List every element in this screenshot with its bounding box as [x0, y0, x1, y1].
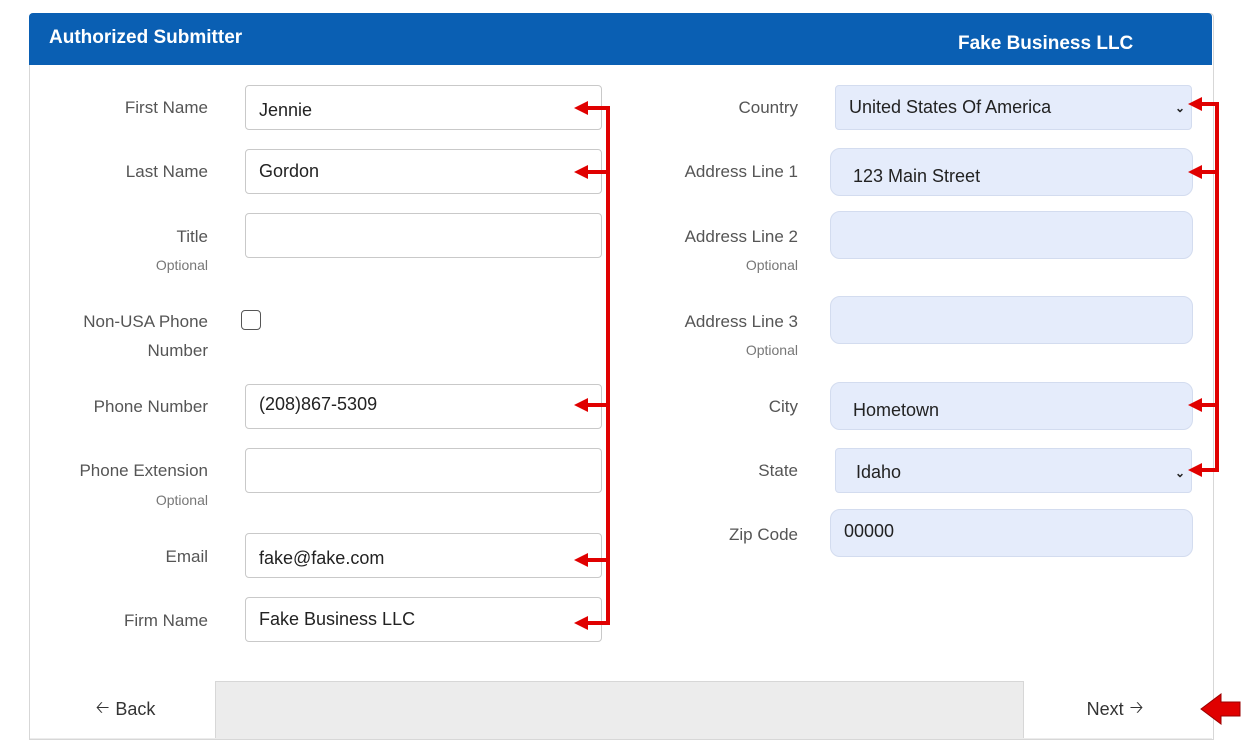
last-name-input[interactable]: Gordon	[245, 149, 602, 194]
address-line-2-optional: Optional	[745, 257, 798, 273]
next-button[interactable]: Next 🡢	[1023, 681, 1212, 738]
non-usa-phone-label-line2: Number	[147, 341, 208, 360]
zip-code-label: Zip Code	[729, 525, 798, 544]
phone-extension-input[interactable]	[245, 448, 602, 493]
title-input[interactable]	[245, 213, 602, 258]
last-name-label: Last Name	[125, 162, 208, 181]
address-line-3-label: Address Line 3	[684, 312, 798, 331]
email-input[interactable]: fake@fake.com	[245, 533, 602, 578]
address-line-1-label: Address Line 1	[684, 162, 798, 181]
first-name-label: First Name	[124, 98, 208, 117]
phone-extension-optional: Optional	[155, 492, 208, 508]
arrow-right-icon: 🡢	[1129, 698, 1144, 717]
address-line-2-input[interactable]	[830, 211, 1193, 259]
panel-title: Authorized Submitter	[49, 27, 243, 48]
state-select[interactable]: Idaho ⌄	[835, 448, 1192, 493]
country-select[interactable]: United States Of America ⌄	[835, 85, 1192, 130]
address-line-2-label: Address Line 2	[684, 227, 798, 246]
country-label: Country	[738, 98, 798, 117]
address-line-3-input[interactable]	[830, 296, 1193, 344]
state-label: State	[758, 461, 798, 480]
firm-name-input[interactable]: Fake Business LLC	[245, 597, 602, 642]
non-usa-phone-label-line1: Non-USA Phone	[83, 312, 208, 331]
address-line-1-input[interactable]: 123 Main Street	[830, 148, 1193, 196]
phone-extension-label: Phone Extension	[79, 461, 208, 480]
non-usa-phone-checkbox[interactable]	[241, 310, 261, 330]
chevron-down-icon: ⌄	[1174, 465, 1185, 480]
city-input[interactable]: Hometown	[830, 382, 1193, 430]
first-name-input[interactable]: Jennie	[245, 85, 602, 130]
chevron-down-icon: ⌄	[1174, 100, 1185, 115]
arrow-left-icon: 🡠	[95, 698, 110, 717]
title-optional: Optional	[155, 257, 208, 273]
zip-code-input[interactable]: 00000	[830, 509, 1193, 557]
phone-number-label: Phone Number	[93, 397, 208, 416]
email-label: Email	[165, 547, 208, 566]
address-line-3-optional: Optional	[745, 342, 798, 358]
city-label: City	[768, 397, 798, 416]
back-button[interactable]: 🡠 Back	[30, 681, 216, 738]
phone-number-input[interactable]: (208)867-5309	[245, 384, 602, 429]
title-label: Title	[176, 227, 209, 246]
business-name: Fake Business LLC	[958, 33, 1134, 54]
firm-name-label: Firm Name	[123, 611, 208, 630]
